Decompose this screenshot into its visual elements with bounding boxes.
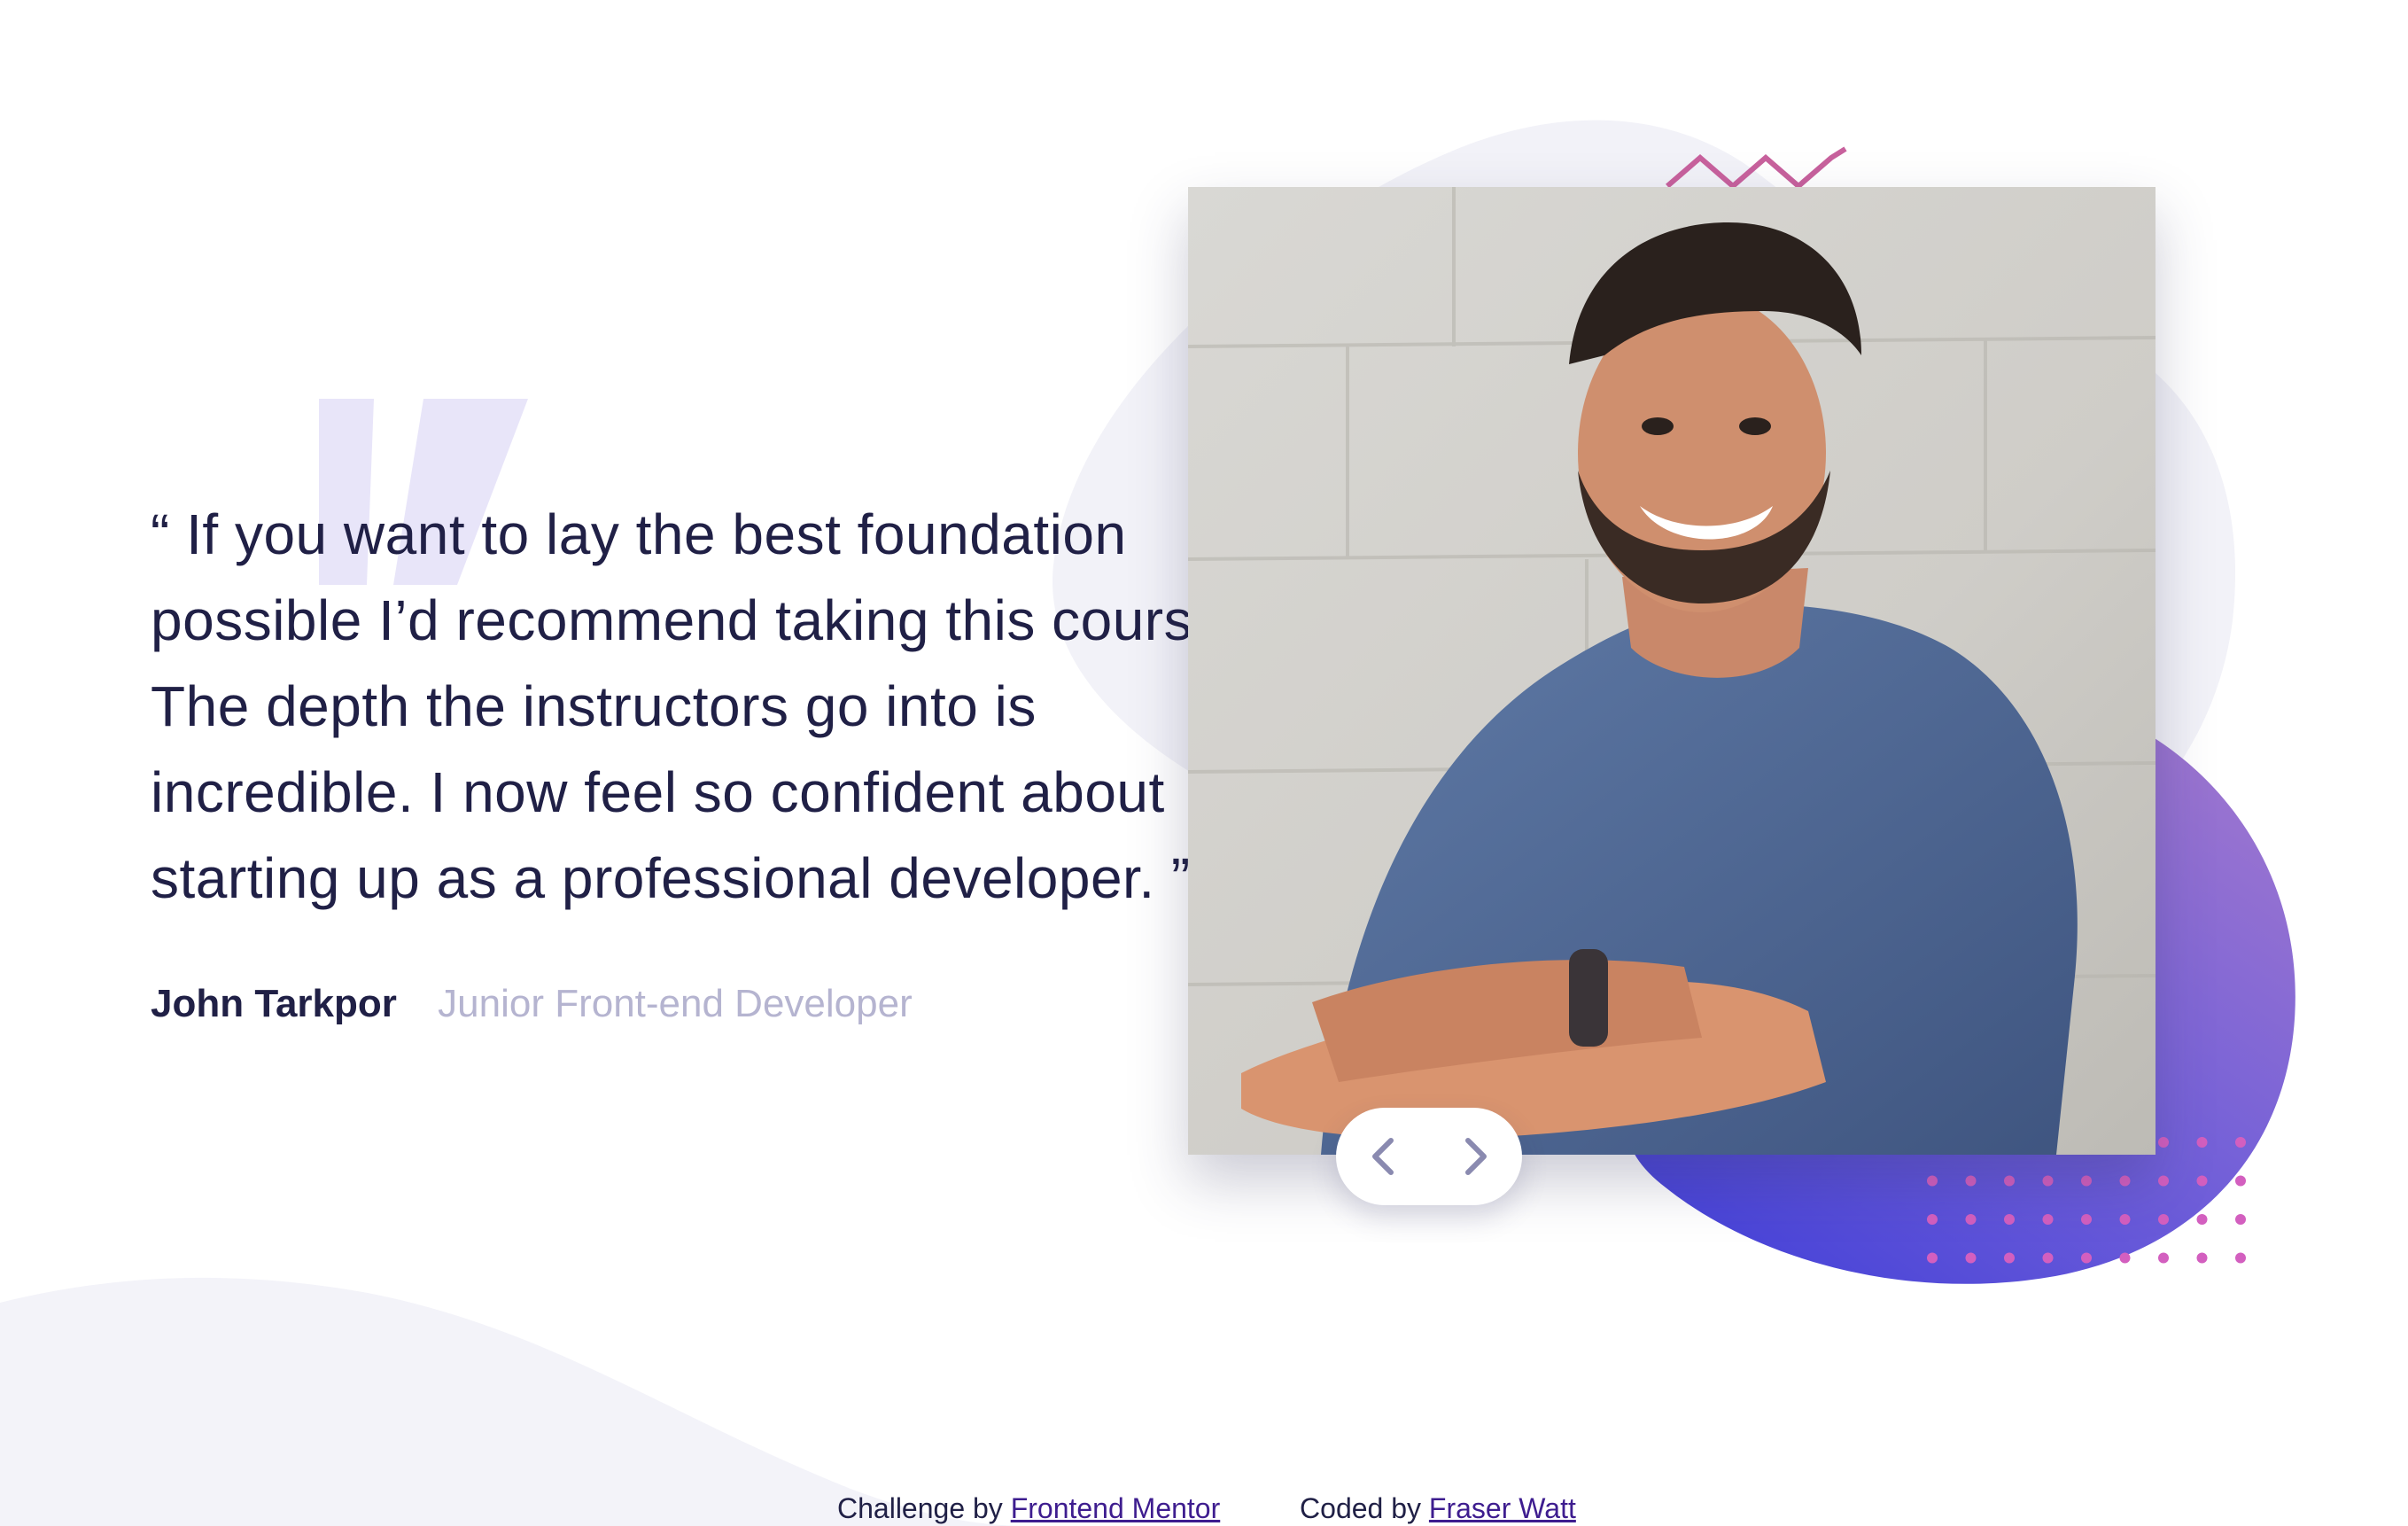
portrait-image bbox=[1188, 187, 2156, 1155]
attribution: Challenge by Frontend Mentor Coded by Fr… bbox=[837, 1492, 1576, 1525]
bottom-wave-shape bbox=[0, 1277, 1028, 1526]
challenge-prefix: Challenge by bbox=[837, 1492, 1003, 1524]
quote-line: possible I’d recommend taking this cours… bbox=[151, 588, 1241, 652]
chevron-right-icon bbox=[1464, 1138, 1487, 1175]
frontend-mentor-link[interactable]: Frontend Mentor bbox=[1011, 1492, 1221, 1524]
page: “ If you want to lay the best foundation… bbox=[0, 0, 2408, 1526]
quote-line: “ If you want to lay the best foundation bbox=[151, 502, 1127, 566]
coded-prefix: Coded by bbox=[1300, 1492, 1422, 1524]
quote-line: incredible. I now feel so confident abou… bbox=[151, 760, 1165, 824]
chevron-left-icon bbox=[1371, 1138, 1394, 1175]
author-role: Junior Front-end Developer bbox=[438, 982, 913, 1025]
author-name: John Tarkpor bbox=[151, 982, 397, 1025]
testimonial-author: John Tarkpor Junior Front-end Developer bbox=[151, 982, 913, 1026]
slider-navigation bbox=[1336, 1108, 1522, 1205]
next-button[interactable] bbox=[1429, 1108, 1522, 1205]
previous-button[interactable] bbox=[1336, 1108, 1429, 1205]
author-photo bbox=[1188, 187, 2156, 1155]
quote-line: starting up as a professional developer.… bbox=[151, 846, 1191, 910]
author-link[interactable]: Fraser Watt bbox=[1429, 1492, 1576, 1524]
quote-line: The depth the instructors go into is bbox=[151, 674, 1037, 738]
testimonial-quote: “ If you want to lay the best foundation… bbox=[151, 492, 1320, 922]
